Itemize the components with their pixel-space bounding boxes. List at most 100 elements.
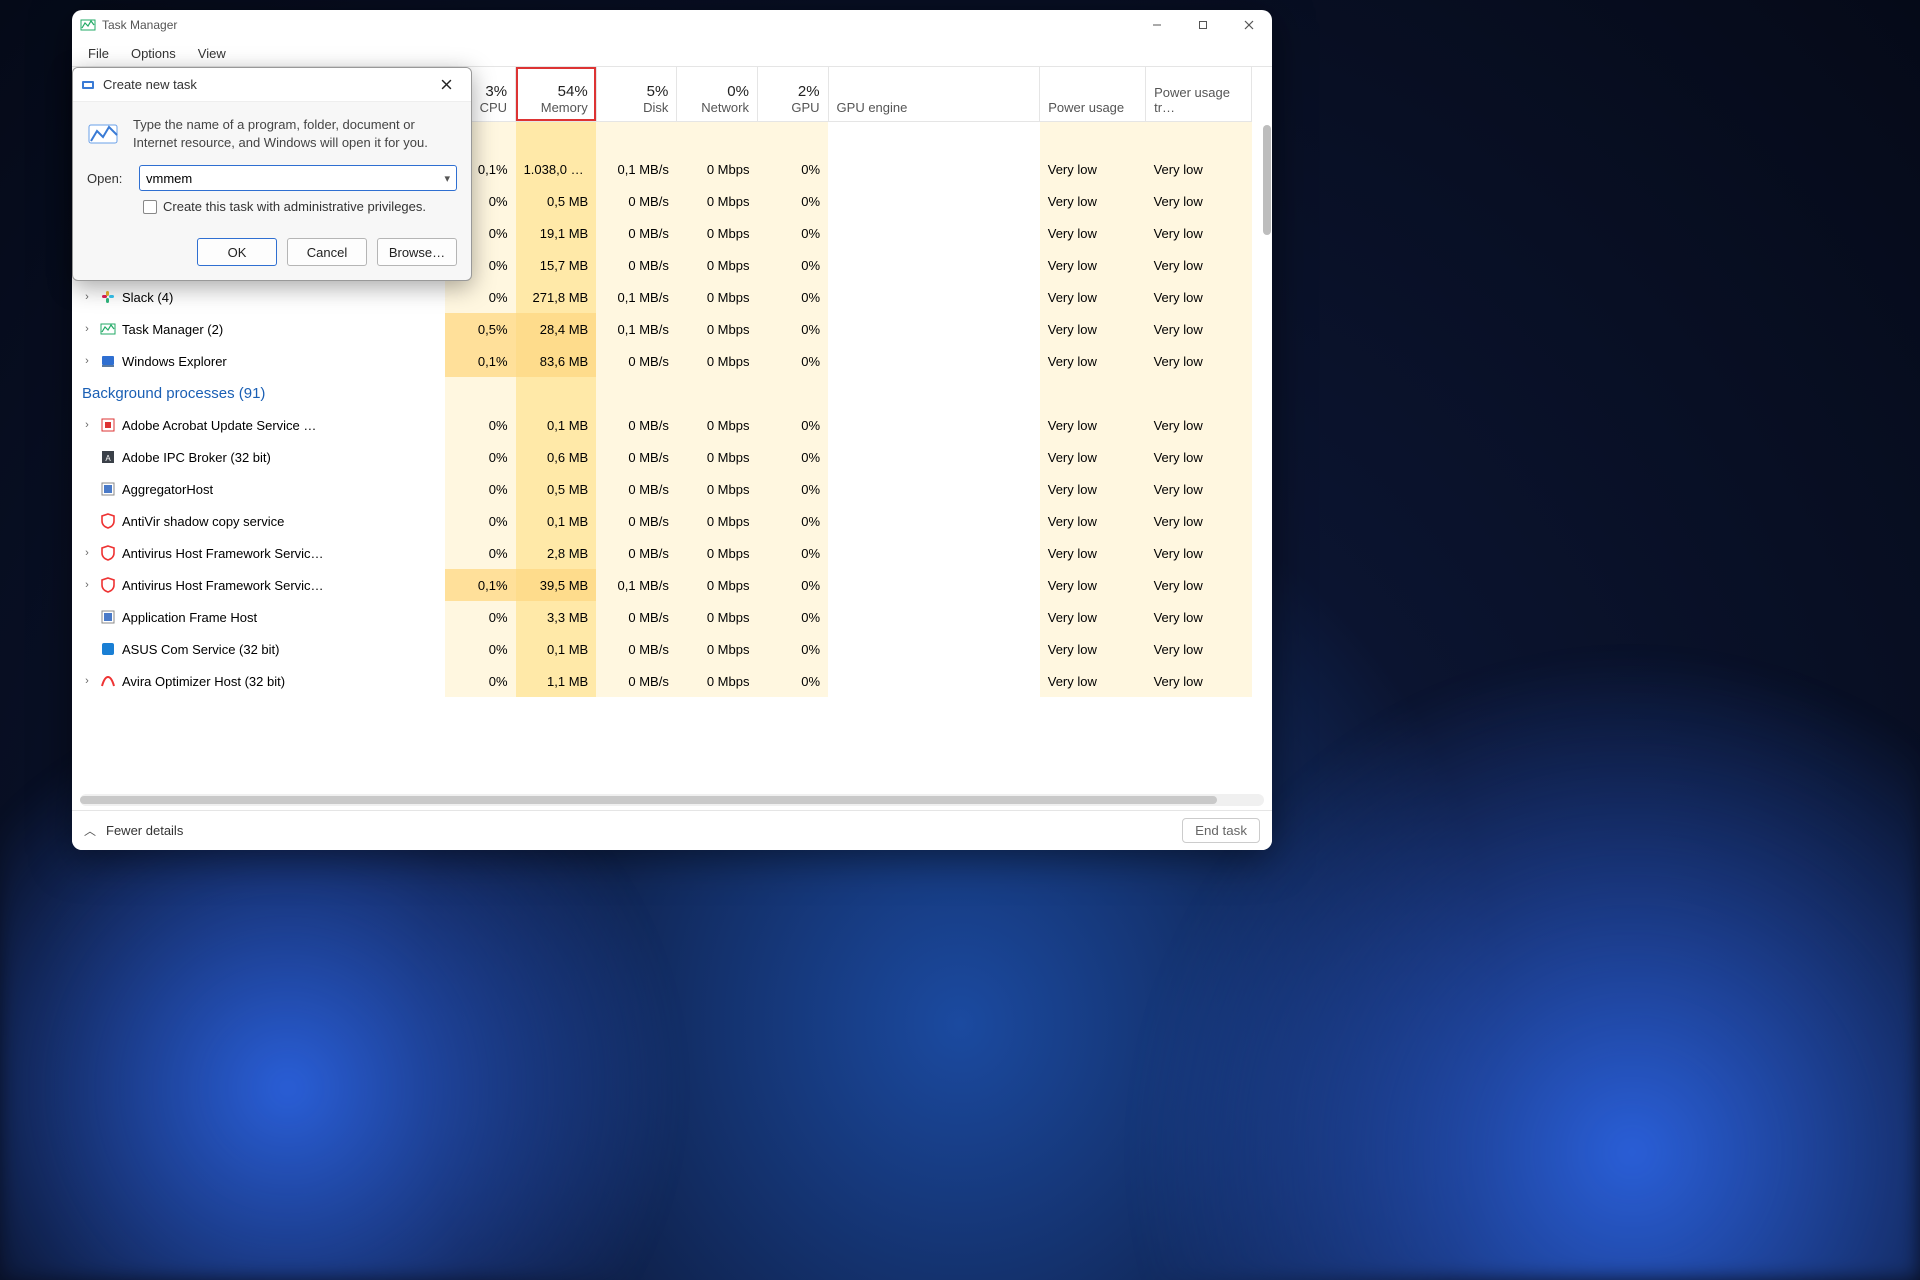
cell-gpu-engine xyxy=(828,185,1040,217)
cell-power-trend: Very low xyxy=(1146,185,1252,217)
table-row[interactable]: ›Windows Explorer0,1%83,6 MB0 MB/s0 Mbps… xyxy=(72,345,1252,377)
process-name: Slack (4) xyxy=(122,290,173,305)
table-row[interactable]: ›Slack (4)0%271,8 MB0,1 MB/s0 Mbps0%Very… xyxy=(72,281,1252,313)
cell-disk: 0,1 MB/s xyxy=(596,153,677,185)
cell-memory: 2,8 MB xyxy=(516,537,597,569)
cell-power-usage: Very low xyxy=(1040,505,1146,537)
open-label: Open: xyxy=(87,171,129,186)
horizontal-scroll-thumb[interactable] xyxy=(80,796,1217,804)
table-row[interactable]: AntiVir shadow copy service0%0,1 MB0 MB/… xyxy=(72,505,1252,537)
group-header: Background processes (91) xyxy=(72,377,1252,409)
cancel-button[interactable]: Cancel xyxy=(287,238,367,266)
cell-network: 0 Mbps xyxy=(677,505,758,537)
cell-power-trend: Very low xyxy=(1146,665,1252,697)
admin-checkbox-label: Create this task with administrative pri… xyxy=(163,199,426,214)
cell-power-trend: Very low xyxy=(1146,281,1252,313)
col-header-network[interactable]: 0% Network xyxy=(677,67,758,121)
cell-gpu-engine xyxy=(828,537,1040,569)
app-icon xyxy=(80,17,96,33)
chevron-up-icon[interactable]: ︿ xyxy=(84,822,96,839)
table-row[interactable]: Application Frame Host0%3,3 MB0 MB/s0 Mb… xyxy=(72,601,1252,633)
col-header-gpu[interactable]: 2% GPU xyxy=(757,67,828,121)
run-icon xyxy=(81,77,97,93)
cell-disk: 0 MB/s xyxy=(596,441,677,473)
menu-view[interactable]: View xyxy=(188,44,236,63)
cell-network: 0 Mbps xyxy=(677,249,758,281)
end-task-button[interactable]: End task xyxy=(1182,818,1260,843)
chevron-right-icon[interactable]: › xyxy=(80,547,94,559)
cell-disk: 0 MB/s xyxy=(596,537,677,569)
dialog-close-button[interactable] xyxy=(429,70,463,100)
ok-button[interactable]: OK xyxy=(197,238,277,266)
cell-power-trend: Very low xyxy=(1146,601,1252,633)
table-row[interactable]: ›Avira Optimizer Host (32 bit)0%1,1 MB0 … xyxy=(72,665,1252,697)
chevron-right-icon[interactable]: › xyxy=(80,355,94,367)
cell-memory: 0,1 MB xyxy=(516,633,597,665)
cell-power-usage: Very low xyxy=(1040,217,1146,249)
cell-gpu-engine xyxy=(828,217,1040,249)
adobe-icon xyxy=(100,417,116,433)
chevron-down-icon[interactable]: ▾ xyxy=(444,172,450,185)
cell-network: 0 Mbps xyxy=(677,569,758,601)
chevron-right-icon[interactable]: › xyxy=(80,323,94,335)
cell-disk: 0 MB/s xyxy=(596,633,677,665)
chevron-right-icon[interactable]: › xyxy=(80,579,94,591)
chevron-right-icon[interactable]: › xyxy=(80,291,94,303)
table-row[interactable]: ›Task Manager (2)0,5%28,4 MB0,1 MB/s0 Mb… xyxy=(72,313,1252,345)
cell-power-usage: Very low xyxy=(1040,665,1146,697)
close-button[interactable] xyxy=(1226,10,1272,40)
table-row[interactable]: ›Adobe Acrobat Update Service …0%0,1 MB0… xyxy=(72,409,1252,441)
horizontal-scrollbar[interactable] xyxy=(80,794,1264,806)
cell-gpu: 0% xyxy=(757,601,828,633)
cell-network: 0 Mbps xyxy=(677,473,758,505)
col-header-gpu-engine[interactable]: GPU engine xyxy=(828,67,1040,121)
cell-network: 0 Mbps xyxy=(677,217,758,249)
table-row[interactable]: ASUS Com Service (32 bit)0%0,1 MB0 MB/s0… xyxy=(72,633,1252,665)
cell-power-trend: Very low xyxy=(1146,313,1252,345)
cell-power-trend: Very low xyxy=(1146,409,1252,441)
chevron-right-icon[interactable]: › xyxy=(80,419,94,431)
cell-disk: 0,1 MB/s xyxy=(596,569,677,601)
cell-gpu-engine xyxy=(828,249,1040,281)
statusbar: ︿ Fewer details End task xyxy=(72,810,1272,850)
cell-cpu: 0% xyxy=(445,473,516,505)
maximize-button[interactable] xyxy=(1180,10,1226,40)
explorer-icon xyxy=(100,353,116,369)
fewer-details-link[interactable]: Fewer details xyxy=(106,823,183,838)
cell-memory: 3,3 MB xyxy=(516,601,597,633)
chevron-right-icon[interactable]: › xyxy=(80,675,94,687)
open-input[interactable] xyxy=(146,171,444,186)
cell-power-usage: Very low xyxy=(1040,249,1146,281)
cell-power-usage: Very low xyxy=(1040,313,1146,345)
window-title: Task Manager xyxy=(102,18,177,32)
col-header-disk[interactable]: 5% Disk xyxy=(596,67,677,121)
vertical-scroll-thumb[interactable] xyxy=(1263,125,1271,235)
menu-file[interactable]: File xyxy=(78,44,119,63)
col-header-power-trend[interactable]: Power usage tr… xyxy=(1146,67,1252,121)
browse-button[interactable]: Browse… xyxy=(377,238,457,266)
table-row[interactable]: AggregatorHost0%0,5 MB0 MB/s0 Mbps0%Very… xyxy=(72,473,1252,505)
vertical-scrollbar[interactable] xyxy=(1262,125,1272,850)
cell-gpu-engine xyxy=(828,473,1040,505)
open-combobox[interactable]: ▾ xyxy=(139,165,457,191)
cell-network: 0 Mbps xyxy=(677,153,758,185)
col-header-memory[interactable]: 54% Memory xyxy=(516,67,597,121)
cell-gpu: 0% xyxy=(757,473,828,505)
cell-cpu: 0% xyxy=(445,505,516,537)
dialog-titlebar[interactable]: Create new task xyxy=(73,68,471,102)
table-row[interactable]: ›Antivirus Host Framework Servic…0,1%39,… xyxy=(72,569,1252,601)
cell-memory: 19,1 MB xyxy=(516,217,597,249)
cell-cpu: 0% xyxy=(445,281,516,313)
checkbox-icon[interactable] xyxy=(143,200,157,214)
process-name: ASUS Com Service (32 bit) xyxy=(122,642,280,657)
menubar: File Options View xyxy=(72,40,1272,66)
menu-options[interactable]: Options xyxy=(121,44,186,63)
minimize-button[interactable] xyxy=(1134,10,1180,40)
titlebar[interactable]: Task Manager xyxy=(72,10,1272,40)
col-header-power-usage[interactable]: Power usage xyxy=(1040,67,1146,121)
table-row[interactable]: AAdobe IPC Broker (32 bit)0%0,6 MB0 MB/s… xyxy=(72,441,1252,473)
table-row[interactable]: ›Antivirus Host Framework Servic…0%2,8 M… xyxy=(72,537,1252,569)
create-new-task-dialog: Create new task Type the name of a progr… xyxy=(72,67,472,281)
cell-cpu: 0% xyxy=(445,633,516,665)
admin-checkbox-row[interactable]: Create this task with administrative pri… xyxy=(143,199,457,214)
